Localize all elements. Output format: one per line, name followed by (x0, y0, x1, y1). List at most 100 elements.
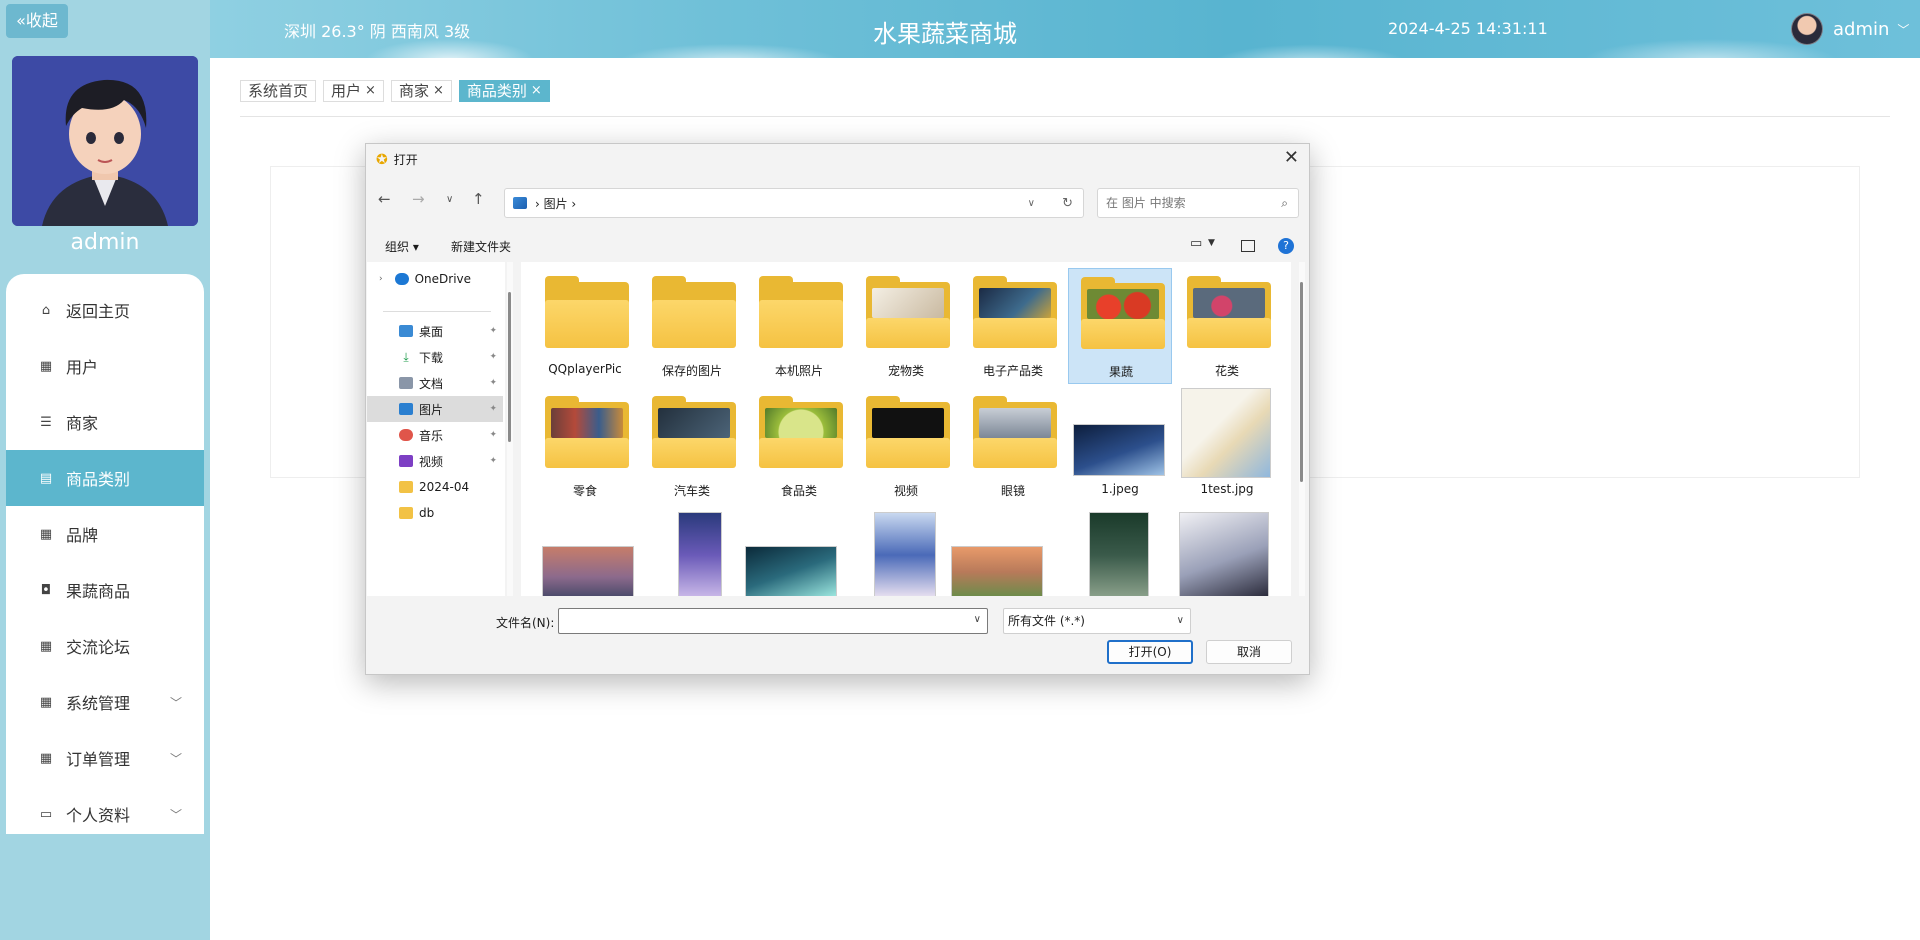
nav-item-pictures[interactable]: 图片 ✦ (367, 396, 503, 422)
file-item[interactable]: 保存的图片 (640, 268, 744, 384)
nav-item-music[interactable]: 音乐 ✦ (367, 422, 503, 448)
file-item-label: 宠物类 (887, 364, 924, 378)
file-item[interactable]: 视频 (854, 388, 958, 504)
nav-item-onedrive[interactable]: › OneDrive (367, 266, 503, 292)
chevron-down-icon[interactable]: ∨ (974, 614, 981, 625)
sidebar-item-forum[interactable]: ▦ 交流论坛 (6, 618, 204, 674)
image-thumbnail[interactable] (951, 546, 1043, 596)
file-item-label: 视频 (893, 484, 918, 498)
file-item[interactable]: 宠物类 (854, 268, 958, 384)
folder-icon (866, 276, 950, 348)
pin-icon[interactable]: ✦ (489, 430, 497, 440)
file-item-label: 眼镜 (1000, 484, 1025, 498)
help-icon[interactable]: ? (1278, 238, 1294, 254)
view-icon[interactable]: ▭ (1190, 236, 1202, 251)
sidebar-item-orders[interactable]: ▦ 订单管理 ﹀ (6, 730, 204, 786)
pin-icon[interactable]: ✦ (489, 352, 497, 362)
sidebar-item-system[interactable]: ▦ 系统管理 ﹀ (6, 674, 204, 730)
pin-icon[interactable]: ✦ (489, 378, 497, 388)
pin-icon[interactable]: ✦ (489, 404, 497, 414)
filetype-select[interactable]: 所有文件 (*.*) ∨ (1003, 608, 1191, 634)
search-icon: ⌕ (1281, 196, 1288, 210)
tab-users[interactable]: 用户 × (323, 80, 384, 102)
file-item[interactable]: 1test.jpg (1175, 388, 1279, 504)
history-dropdown-icon[interactable]: ∨ (446, 194, 453, 205)
file-item-label: 1.jpeg (1101, 482, 1139, 496)
preview-pane-icon[interactable] (1241, 240, 1255, 252)
user-menu[interactable]: admin ﹀ (1791, 12, 1909, 46)
sidebar-item-home[interactable]: ⌂ 返回主页 (6, 282, 204, 338)
navigation-pane: › OneDrive 桌面 ✦ ⤓ 下载 ✦ 文档 ✦ 图片 ✦ 音乐 ✦ 视频… (367, 262, 505, 596)
tab-merchants[interactable]: 商家 × (390, 80, 452, 102)
sidebar-item-merchants[interactable]: ☰ 商家 (6, 394, 204, 450)
image-thumbnail (1181, 388, 1271, 478)
close-icon[interactable]: × (531, 81, 542, 101)
file-item[interactable]: QQplayerPic (533, 268, 637, 384)
scrollbar-thumb[interactable] (508, 292, 511, 442)
file-pane-scrollbar[interactable] (1299, 262, 1305, 596)
download-icon: ⤓ (403, 350, 409, 364)
refresh-icon[interactable]: ↻ (1062, 196, 1073, 211)
file-item[interactable]: 本机照片 (747, 268, 851, 384)
nav-item-label: 2024-04 (419, 480, 470, 494)
open-button[interactable]: 打开(O) (1107, 640, 1193, 664)
organize-button[interactable]: 组织 ▾ (385, 238, 419, 255)
file-item[interactable]: 1.jpeg (1068, 388, 1172, 504)
sidebar-item-profile[interactable]: ▭ 个人资料 ﹀ (6, 786, 204, 842)
file-item[interactable]: 食品类 (747, 388, 851, 504)
file-item-label: 果蔬 (1108, 365, 1133, 379)
image-thumbnail[interactable] (678, 512, 722, 596)
tab-home[interactable]: 系统首页 (240, 80, 317, 102)
file-item[interactable]: 电子产品类 (961, 268, 1065, 384)
file-item[interactable]: 眼镜 (961, 388, 1065, 504)
sidebar-item-label: 个人资料 (66, 806, 131, 825)
nav-pane-scrollbar[interactable] (507, 262, 513, 596)
sidebar-item-products[interactable]: ◘ 果蔬商品 (6, 562, 204, 618)
sidebar-item-categories[interactable]: ▤ 商品类别 (6, 450, 204, 506)
up-arrow-icon[interactable]: ↑ (472, 190, 485, 208)
search-input[interactable]: 在 图片 中搜索 ⌕ (1097, 188, 1299, 218)
file-item-label: 汽车类 (673, 484, 710, 498)
pin-icon[interactable]: ✦ (489, 326, 497, 336)
close-icon[interactable]: × (365, 81, 376, 101)
file-item[interactable]: 果蔬 (1068, 268, 1172, 384)
nav-item-videos[interactable]: 视频 ✦ (367, 448, 503, 474)
collapse-button[interactable]: «收起 (6, 4, 68, 38)
chevron-down-icon[interactable]: ▼ (1208, 238, 1215, 248)
pin-icon[interactable]: ✦ (489, 456, 497, 466)
file-item[interactable]: 花类 (1175, 268, 1279, 384)
tab-categories[interactable]: 商品类别 × (458, 80, 550, 102)
chevron-down-icon[interactable]: ∨ (1028, 198, 1035, 209)
image-thumbnail[interactable] (1089, 512, 1149, 596)
filename-input[interactable]: ∨ (558, 608, 988, 634)
nav-item-label: 图片 (419, 402, 444, 417)
sidebar-item-users[interactable]: ▦ 用户 (6, 338, 204, 394)
image-thumbnail[interactable] (874, 512, 936, 596)
scrollbar-thumb[interactable] (1300, 282, 1303, 482)
file-item[interactable]: 汽车类 (640, 388, 744, 504)
tab-bar: 系统首页 用户 × 商家 × 商品类别 × (240, 80, 550, 102)
image-thumbnail[interactable] (542, 546, 634, 596)
file-item[interactable]: 零食 (533, 388, 637, 504)
nav-item-downloads[interactable]: ⤓ 下载 ✦ (367, 344, 503, 370)
nav-item-folder-db[interactable]: db (367, 500, 503, 526)
image-thumbnail[interactable] (1179, 512, 1269, 596)
folder-icon (973, 396, 1057, 468)
chevron-right-icon[interactable]: › (379, 274, 383, 284)
nav-item-folder-2024-04[interactable]: 2024-04 (367, 474, 503, 500)
tab-divider (240, 116, 1890, 117)
nav-item-documents[interactable]: 文档 ✦ (367, 370, 503, 396)
sidebar-item-brands[interactable]: ▦ 品牌 (6, 506, 204, 562)
chevron-down-icon[interactable]: ∨ (1177, 609, 1184, 633)
back-arrow-icon[interactable]: ← (378, 190, 391, 208)
close-icon[interactable]: × (433, 81, 444, 101)
new-folder-button[interactable]: 新建文件夹 (451, 238, 511, 255)
image-thumbnail[interactable] (745, 546, 837, 596)
address-bar[interactable]: › 图片 › ∨ ↻ (504, 188, 1084, 218)
dialog-close-button[interactable]: ✕ (1284, 147, 1299, 168)
forward-arrow-icon[interactable]: → (412, 190, 425, 208)
nav-item-label: db (419, 506, 435, 520)
nav-item-desktop[interactable]: 桌面 ✦ (367, 318, 503, 344)
cancel-button[interactable]: 取消 (1206, 640, 1292, 664)
chevron-down-icon: ﹀ (169, 751, 182, 766)
